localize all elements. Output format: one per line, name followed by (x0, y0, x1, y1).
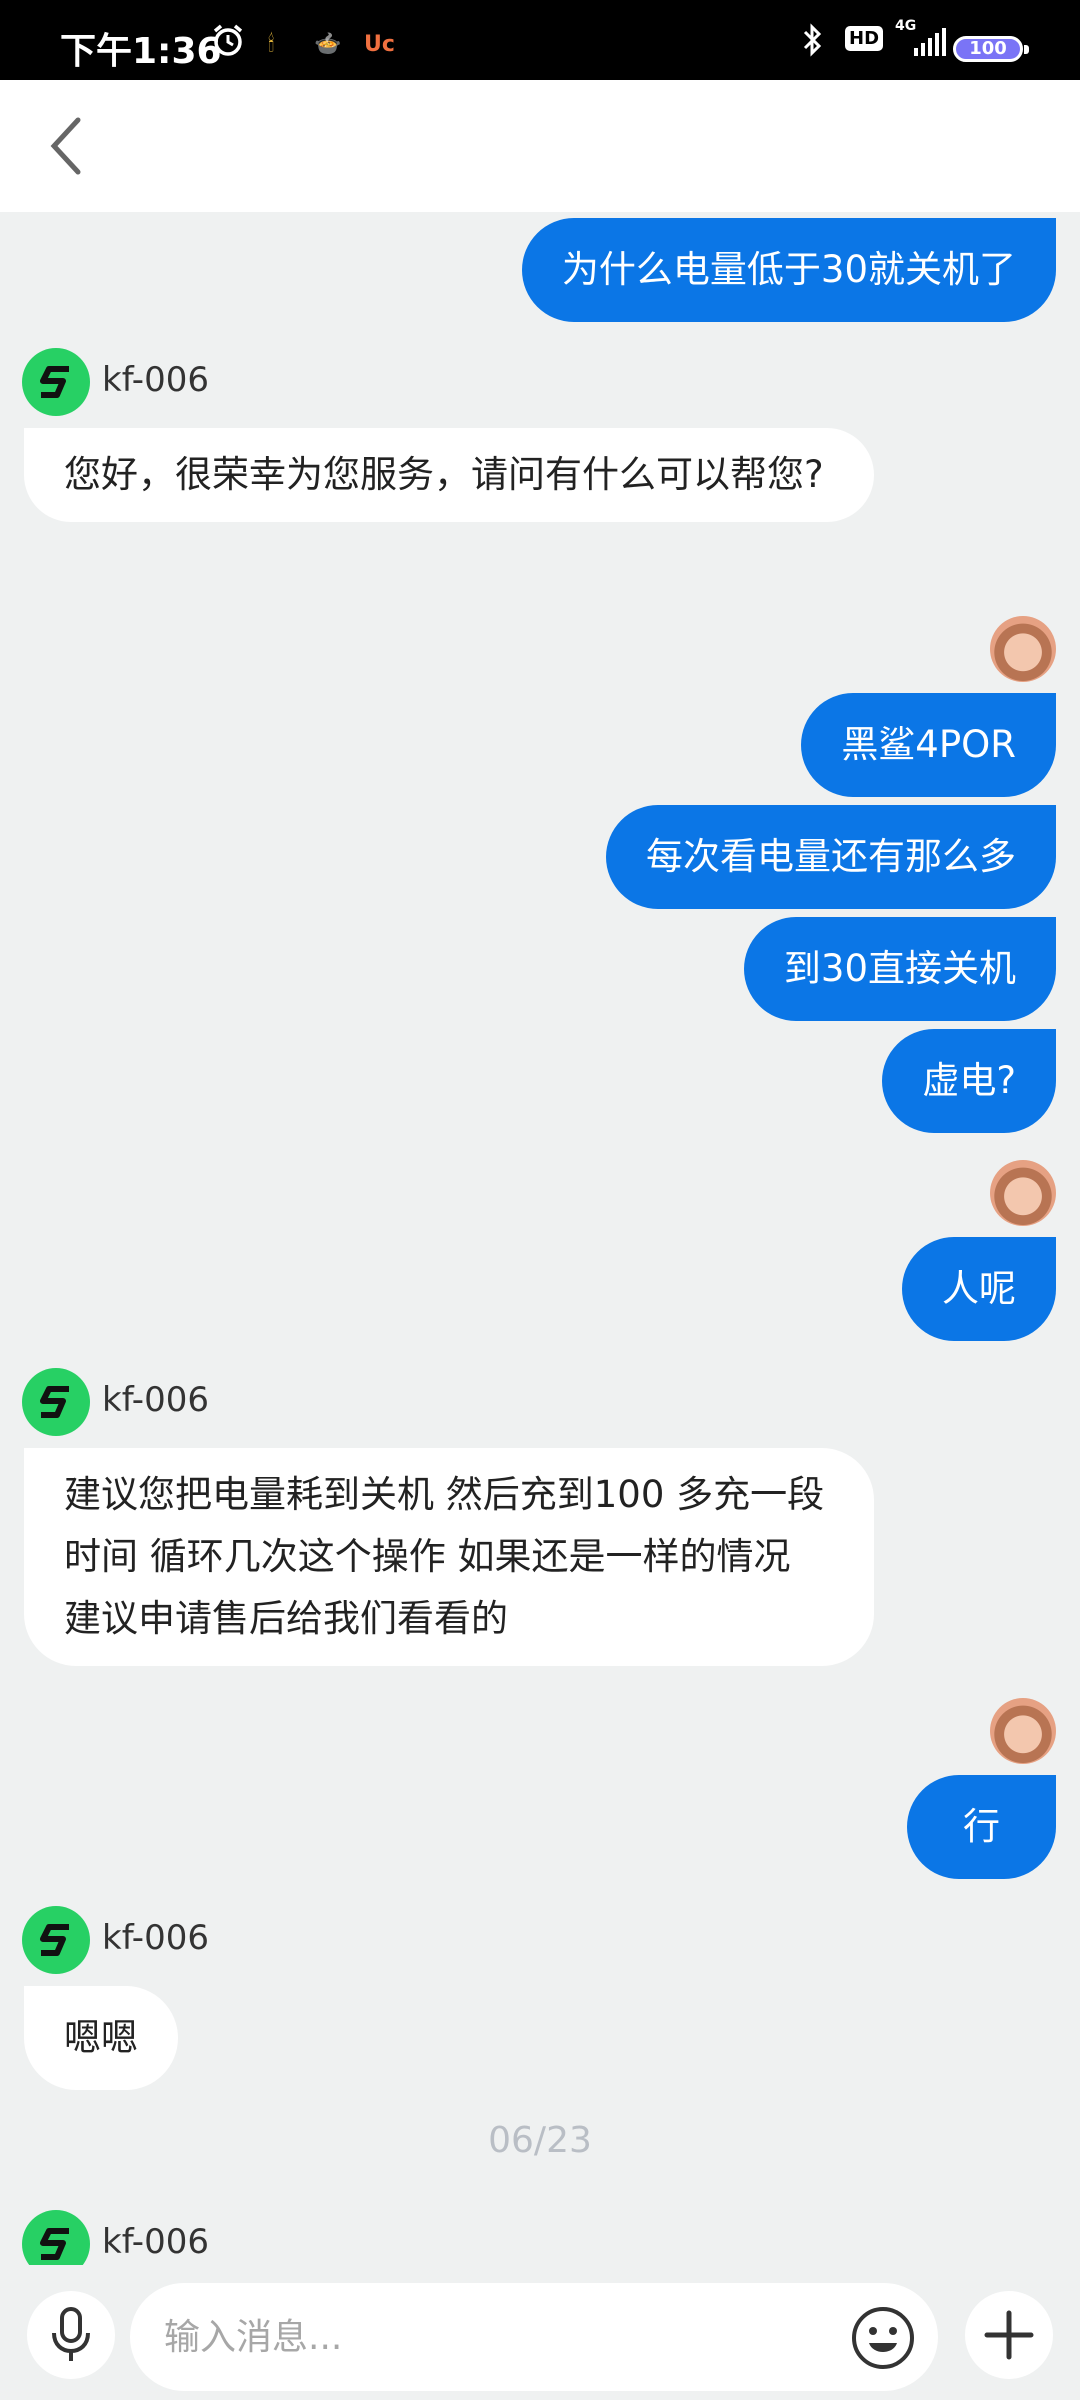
agent-name: kf-006 (102, 2222, 209, 2262)
input-bar (0, 2265, 1080, 2400)
app-notification-icon: 🍲 (314, 32, 342, 57)
back-button[interactable] (30, 110, 102, 182)
app-notification-icon: 🕯 (268, 32, 275, 57)
voice-button[interactable] (27, 2291, 115, 2379)
chat-header (0, 80, 1080, 212)
user-avatar (990, 1698, 1056, 1764)
alarm-icon (210, 22, 246, 62)
signal-icon (912, 26, 946, 62)
sent-message: 虚电? (882, 1029, 1056, 1133)
sent-message: 为什么电量低于30就关机了 (521, 218, 1056, 322)
sent-message: 每次看电量还有那么多 (606, 805, 1056, 909)
brand-logo-icon (40, 366, 69, 398)
bluetooth-icon (800, 22, 826, 62)
user-avatar (990, 1160, 1056, 1226)
emoji-button[interactable] (848, 2303, 918, 2373)
agent-avatar (22, 1368, 90, 1436)
agent-name: kf-006 (102, 1918, 209, 1958)
sent-message: 黑鲨4POR (801, 693, 1056, 797)
agent-avatar (22, 2210, 90, 2265)
app-notification-icon: Uc (364, 32, 395, 57)
more-options-button[interactable] (965, 2291, 1053, 2379)
brand-logo-icon (40, 1386, 69, 1418)
agent-name: kf-006 (102, 1380, 209, 1420)
status-bar: 下午1:36 🕯 🍲 Uc HD 4G 100 (0, 0, 1080, 80)
agent-avatar (22, 348, 90, 416)
emoji-icon (852, 2307, 914, 2369)
chevron-left-icon (50, 117, 81, 175)
received-message: 建议您把电量耗到关机 然后充到100 多充一段时间 循环几次这个操作 如果还是一… (24, 1448, 874, 1666)
agent-name: kf-006 (102, 360, 209, 400)
microphone-icon (52, 2307, 90, 2361)
brand-logo-icon (40, 1924, 69, 1956)
received-message: 您好，很荣幸为您服务，请问有什么可以帮您? (24, 428, 874, 522)
sent-message: 行 (907, 1775, 1056, 1879)
plus-icon (984, 2310, 1034, 2360)
hd-badge: HD (845, 26, 884, 51)
date-separator: 06/23 (488, 2120, 592, 2161)
chat-list[interactable]: 为什么电量低于30就关机了 kf-006 您好，很荣幸为您服务，请问有什么可以帮… (0, 212, 1080, 2265)
message-input[interactable] (130, 2283, 938, 2391)
status-time: 下午1:36 (60, 31, 222, 72)
agent-avatar (22, 1906, 90, 1974)
battery-indicator: 100 (953, 36, 1029, 62)
sent-message: 人呢 (902, 1237, 1056, 1341)
sent-message: 到30直接关机 (743, 917, 1056, 1021)
brand-logo-icon (40, 2228, 69, 2260)
user-avatar (990, 616, 1056, 682)
received-message: 嗯嗯 (24, 1986, 178, 2090)
